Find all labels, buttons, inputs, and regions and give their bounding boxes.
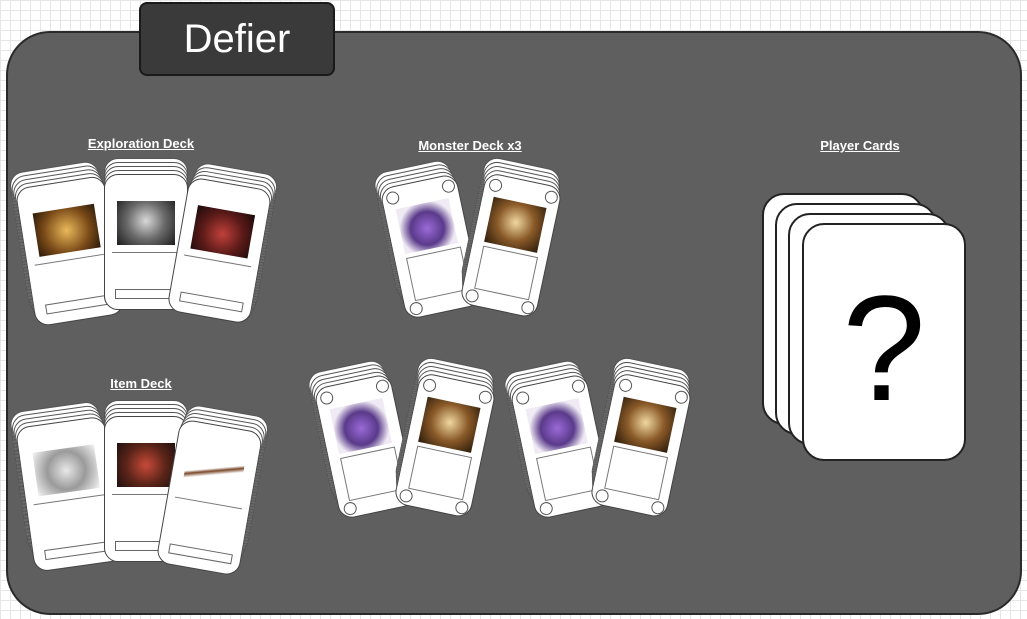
title-tab: Defier bbox=[139, 2, 335, 76]
player-card: ? bbox=[802, 223, 966, 461]
stat-circle bbox=[440, 178, 457, 194]
stat-circle bbox=[342, 500, 358, 517]
stat-circle bbox=[538, 500, 554, 517]
stat-circle bbox=[464, 288, 480, 304]
stat-circle bbox=[570, 378, 587, 394]
monster-deck-label: Monster Deck x3 bbox=[418, 138, 522, 153]
card-art bbox=[117, 443, 175, 487]
card-art bbox=[117, 201, 175, 245]
stat-circle bbox=[454, 500, 470, 516]
question-mark-symbol: ? bbox=[842, 264, 926, 432]
monster-art bbox=[395, 198, 458, 255]
stat-circle bbox=[487, 177, 504, 194]
stat-circle bbox=[398, 488, 414, 504]
stat-circle bbox=[515, 390, 531, 406]
stat-circle bbox=[319, 390, 335, 406]
monster-art bbox=[418, 396, 481, 453]
stat-circle bbox=[650, 500, 666, 516]
stat-circle bbox=[520, 300, 536, 316]
stat-circle bbox=[477, 389, 494, 405]
item-deck-label: Item Deck bbox=[110, 376, 172, 391]
card-art bbox=[190, 205, 255, 259]
board-title: Defier bbox=[183, 16, 291, 61]
player-card-stack[interactable]: ? bbox=[762, 193, 972, 468]
exploration-deck-label: Exploration Deck bbox=[87, 136, 195, 151]
stat-circle bbox=[421, 377, 438, 394]
player-cards-label: Player Cards bbox=[820, 138, 900, 153]
stat-circle bbox=[374, 378, 391, 394]
card-art bbox=[32, 203, 101, 257]
monster-art bbox=[525, 398, 588, 455]
card-art bbox=[181, 447, 246, 501]
stat-circle bbox=[408, 300, 424, 317]
monster-art bbox=[614, 396, 677, 453]
stat-circle bbox=[594, 488, 610, 504]
stat-circle bbox=[673, 389, 690, 405]
stat-circle bbox=[385, 190, 401, 206]
stat-circle bbox=[617, 377, 634, 394]
monster-art bbox=[329, 398, 392, 455]
stat-circle bbox=[543, 189, 560, 205]
card-art bbox=[32, 444, 100, 497]
monster-art bbox=[484, 196, 547, 253]
